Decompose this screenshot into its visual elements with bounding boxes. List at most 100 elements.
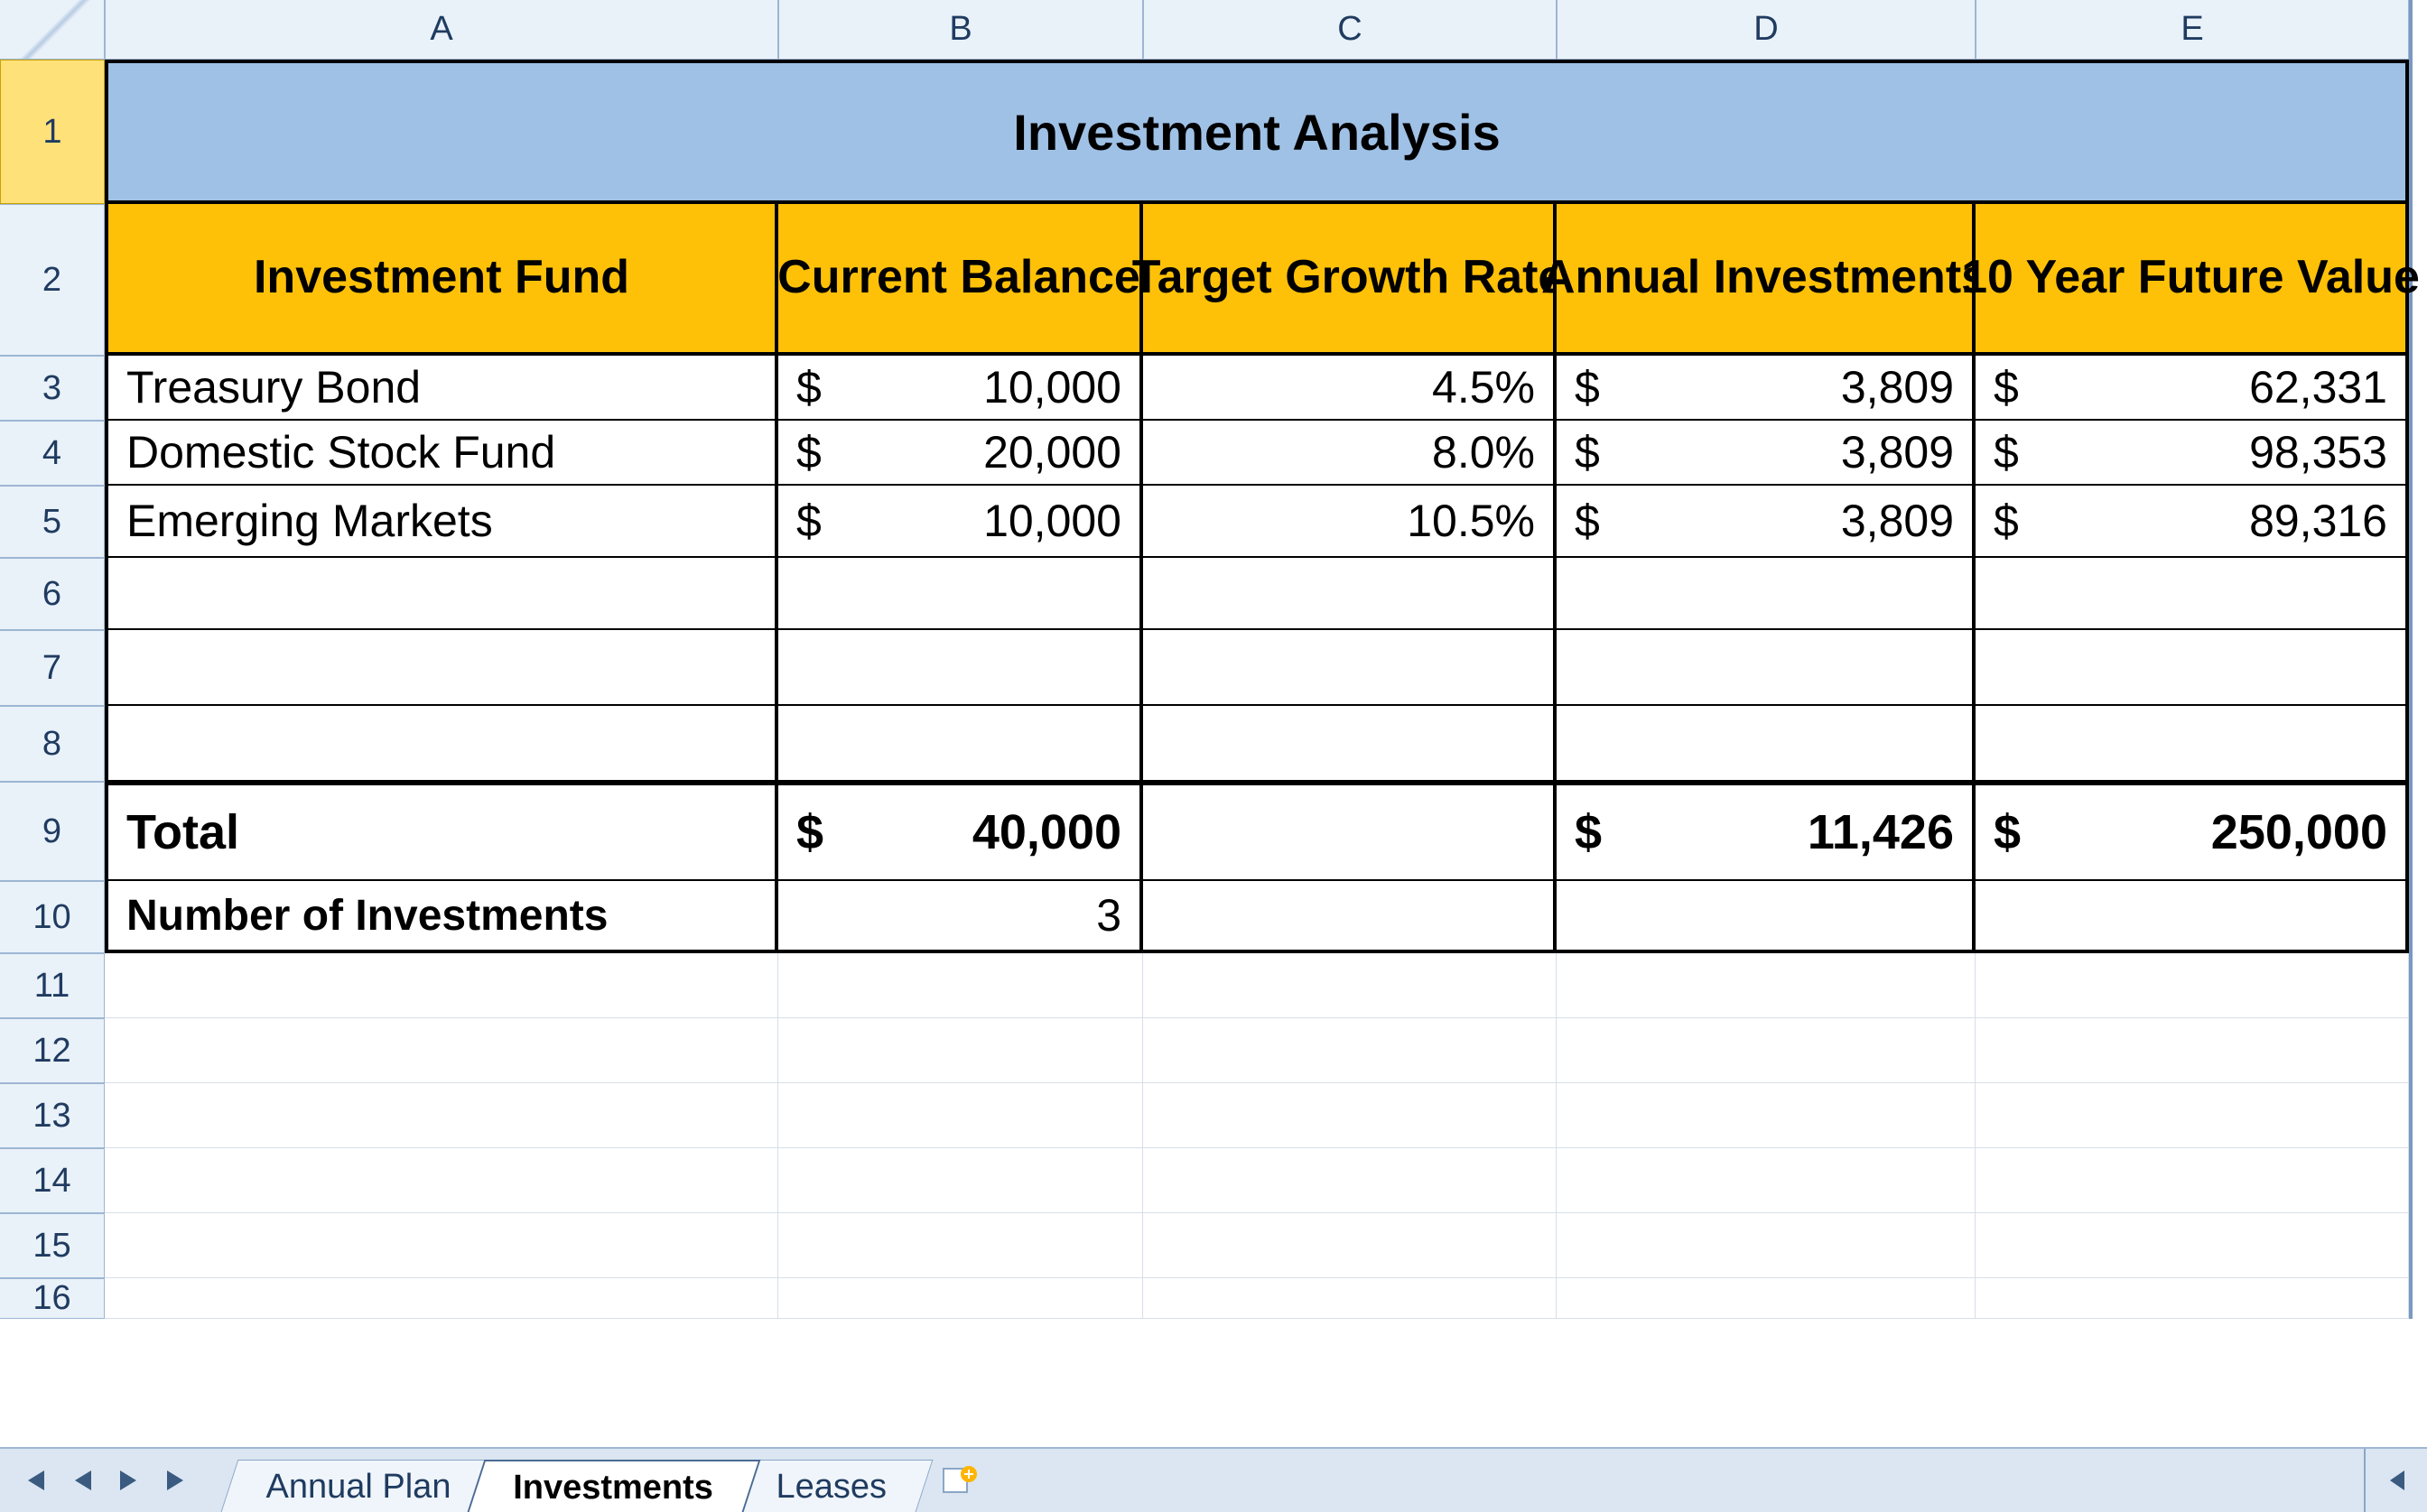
col-header-growth[interactable]: Target Growth Rate bbox=[1143, 204, 1557, 356]
col-header-D[interactable]: D bbox=[1557, 0, 1976, 60]
cell-E6[interactable] bbox=[1976, 558, 2409, 630]
cell-A7[interactable] bbox=[105, 630, 778, 706]
row-header-2[interactable]: 2 bbox=[0, 204, 105, 356]
row-header-3[interactable]: 3 bbox=[0, 356, 105, 421]
cell-B9-total-balance[interactable]: $40,000 bbox=[778, 782, 1143, 881]
cell-D15[interactable] bbox=[1557, 1213, 1976, 1278]
cell-A6[interactable] bbox=[105, 558, 778, 630]
cell-D4[interactable]: $3,809 bbox=[1557, 421, 1976, 486]
cell-B6[interactable] bbox=[778, 558, 1143, 630]
cell-D16[interactable] bbox=[1557, 1278, 1976, 1319]
next-sheet-button[interactable] bbox=[110, 1453, 150, 1507]
cell-E14[interactable] bbox=[1976, 1148, 2409, 1213]
cell-C12[interactable] bbox=[1143, 1018, 1557, 1083]
cell-C16[interactable] bbox=[1143, 1278, 1557, 1319]
cell-C14[interactable] bbox=[1143, 1148, 1557, 1213]
cell-B5[interactable]: $10,000 bbox=[778, 486, 1143, 558]
row-header-9[interactable]: 9 bbox=[0, 782, 105, 881]
cell-D3[interactable]: $3,809 bbox=[1557, 356, 1976, 421]
cell-C9[interactable] bbox=[1143, 782, 1557, 881]
col-header-balance[interactable]: Current Balance bbox=[778, 204, 1143, 356]
cell-D13[interactable] bbox=[1557, 1083, 1976, 1148]
cell-E7[interactable] bbox=[1976, 630, 2409, 706]
worksheet-grid[interactable]: A B C D E 1 2 3 4 5 6 7 8 9 10 11 12 13 … bbox=[0, 0, 2427, 1447]
cell-E9-total-future[interactable]: $250,000 bbox=[1976, 782, 2409, 881]
tab-investments[interactable]: Investments bbox=[468, 1460, 761, 1512]
cell-C5[interactable]: 10.5% bbox=[1143, 486, 1557, 558]
cell-D11[interactable] bbox=[1557, 953, 1976, 1018]
row-header-7[interactable]: 7 bbox=[0, 630, 105, 706]
row-header-1[interactable]: 1 bbox=[0, 60, 105, 204]
col-header-B[interactable]: B bbox=[778, 0, 1143, 60]
col-header-E[interactable]: E bbox=[1976, 0, 2409, 60]
col-header-annual[interactable]: Annual Investments bbox=[1557, 204, 1976, 356]
cell-C6[interactable] bbox=[1143, 558, 1557, 630]
cell-C7[interactable] bbox=[1143, 630, 1557, 706]
row-header-5[interactable]: 5 bbox=[0, 486, 105, 558]
tab-annual-plan[interactable]: Annual Plan bbox=[221, 1460, 497, 1512]
prev-sheet-button[interactable] bbox=[61, 1453, 101, 1507]
cell-B11[interactable] bbox=[778, 953, 1143, 1018]
cell-B13[interactable] bbox=[778, 1083, 1143, 1148]
cell-B3[interactable]: $10,000 bbox=[778, 356, 1143, 421]
row-header-16[interactable]: 16 bbox=[0, 1278, 105, 1319]
cell-E5[interactable]: $89,316 bbox=[1976, 486, 2409, 558]
cell-E10[interactable] bbox=[1976, 881, 2409, 953]
row-header-14[interactable]: 14 bbox=[0, 1148, 105, 1213]
cell-C8[interactable] bbox=[1143, 706, 1557, 782]
cell-A5[interactable]: Emerging Markets bbox=[105, 486, 778, 558]
cell-B14[interactable] bbox=[778, 1148, 1143, 1213]
row-header-15[interactable]: 15 bbox=[0, 1213, 105, 1278]
cell-E12[interactable] bbox=[1976, 1018, 2409, 1083]
cell-A4[interactable]: Domestic Stock Fund bbox=[105, 421, 778, 486]
cell-B10-count-value[interactable]: 3 bbox=[778, 881, 1143, 953]
cell-B15[interactable] bbox=[778, 1213, 1143, 1278]
cell-C10[interactable] bbox=[1143, 881, 1557, 953]
cell-E13[interactable] bbox=[1976, 1083, 2409, 1148]
cell-C15[interactable] bbox=[1143, 1213, 1557, 1278]
cell-E8[interactable] bbox=[1976, 706, 2409, 782]
cell-A15[interactable] bbox=[105, 1213, 778, 1278]
cell-E16[interactable] bbox=[1976, 1278, 2409, 1319]
cell-A13[interactable] bbox=[105, 1083, 778, 1148]
new-sheet-icon[interactable] bbox=[938, 1459, 981, 1502]
col-header-A[interactable]: A bbox=[105, 0, 778, 60]
cell-B12[interactable] bbox=[778, 1018, 1143, 1083]
cell-C13[interactable] bbox=[1143, 1083, 1557, 1148]
row-header-12[interactable]: 12 bbox=[0, 1018, 105, 1083]
cell-D6[interactable] bbox=[1557, 558, 1976, 630]
select-all-corner[interactable] bbox=[0, 0, 105, 60]
first-sheet-button[interactable] bbox=[13, 1453, 52, 1507]
tab-leases[interactable]: Leases bbox=[730, 1460, 932, 1512]
row-header-10[interactable]: 10 bbox=[0, 881, 105, 953]
cell-A10-count-label[interactable]: Number of Investments bbox=[105, 881, 778, 953]
cell-A9-total-label[interactable]: Total bbox=[105, 782, 778, 881]
cell-C11[interactable] bbox=[1143, 953, 1557, 1018]
cell-A11[interactable] bbox=[105, 953, 778, 1018]
last-sheet-button[interactable] bbox=[159, 1453, 199, 1507]
row-header-11[interactable]: 11 bbox=[0, 953, 105, 1018]
col-header-C[interactable]: C bbox=[1143, 0, 1557, 60]
row-header-4[interactable]: 4 bbox=[0, 421, 105, 486]
cell-E4[interactable]: $98,353 bbox=[1976, 421, 2409, 486]
cell-B7[interactable] bbox=[778, 630, 1143, 706]
cell-A12[interactable] bbox=[105, 1018, 778, 1083]
row-header-6[interactable]: 6 bbox=[0, 558, 105, 630]
cell-C4[interactable]: 8.0% bbox=[1143, 421, 1557, 486]
col-header-future[interactable]: 10 Year Future Value bbox=[1976, 204, 2409, 356]
cell-E3[interactable]: $62,331 bbox=[1976, 356, 2409, 421]
col-header-fund[interactable]: Investment Fund bbox=[105, 204, 778, 356]
row-header-8[interactable]: 8 bbox=[0, 706, 105, 782]
cell-D7[interactable] bbox=[1557, 630, 1976, 706]
cell-C3[interactable]: 4.5% bbox=[1143, 356, 1557, 421]
cell-D5[interactable]: $3,809 bbox=[1557, 486, 1976, 558]
sheet-title-cell[interactable]: Investment Analysis bbox=[105, 60, 2409, 204]
cell-A14[interactable] bbox=[105, 1148, 778, 1213]
cell-A3[interactable]: Treasury Bond bbox=[105, 356, 778, 421]
cell-D8[interactable] bbox=[1557, 706, 1976, 782]
cell-A8[interactable] bbox=[105, 706, 778, 782]
cell-D14[interactable] bbox=[1557, 1148, 1976, 1213]
cell-D10[interactable] bbox=[1557, 881, 1976, 953]
cell-B4[interactable]: $20,000 bbox=[778, 421, 1143, 486]
cell-D12[interactable] bbox=[1557, 1018, 1976, 1083]
